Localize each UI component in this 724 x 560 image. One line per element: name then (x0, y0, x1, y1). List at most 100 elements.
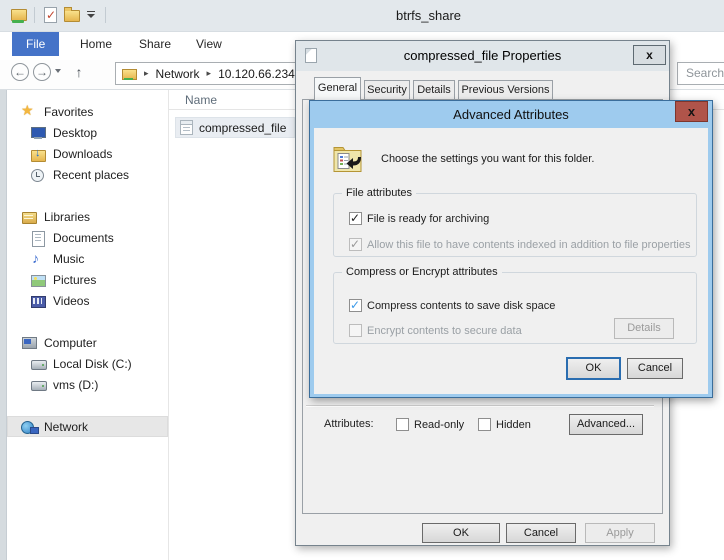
compress-encrypt-group: Compress or Encrypt attributes Compress … (333, 272, 697, 344)
sidebar-label: Downloads (53, 147, 112, 161)
sidebar-item-music[interactable]: Music (7, 248, 168, 269)
explorer-window: btrfs_share File Home Share View ← → ↑ ▸… (0, 0, 724, 560)
checkbox-box (349, 324, 362, 337)
history-dropdown-icon[interactable] (55, 69, 61, 73)
sidebar-item-vms-d[interactable]: vms (D:) (7, 374, 168, 395)
sidebar-item-downloads[interactable]: Downloads (7, 143, 168, 164)
cancel-button[interactable]: Cancel (506, 523, 576, 543)
up-icon[interactable]: ↑ (70, 62, 88, 82)
breadcrumb-separator: ▸ (207, 68, 212, 79)
network-icon (21, 419, 38, 435)
compress-checkbox[interactable]: Compress contents to save disk space (349, 299, 555, 312)
sidebar-label: Desktop (53, 126, 97, 140)
desktop-icon (30, 125, 47, 141)
tab-general[interactable]: General (314, 77, 361, 100)
checkbox-box[interactable] (349, 212, 362, 225)
sidebar-label: Recent places (53, 168, 129, 182)
checkbox-label: Allow this file to have contents indexed… (367, 239, 690, 251)
sidebar-label: Videos (53, 294, 89, 308)
apply-button[interactable]: Apply (585, 523, 655, 543)
tab-share[interactable]: Share (125, 32, 185, 56)
checkbox-box[interactable] (478, 418, 491, 431)
picture-icon (30, 272, 47, 288)
toolbar-separator (105, 7, 106, 23)
sidebar-item-videos[interactable]: Videos (7, 290, 168, 311)
folder-settings-icon (333, 144, 363, 176)
sidebar-label: Computer (44, 336, 97, 350)
readonly-checkbox[interactable]: Read-only (396, 418, 464, 431)
window-edge (0, 90, 7, 560)
breadcrumb-host[interactable]: 10.120.66.234 (218, 67, 295, 81)
sidebar-item-recent-places[interactable]: Recent places (7, 164, 168, 185)
star-icon (21, 104, 38, 120)
sidebar-label: Music (53, 252, 84, 266)
close-icon[interactable]: x (675, 101, 708, 122)
window-title: btrfs_share (396, 8, 461, 23)
close-icon[interactable]: x (633, 45, 666, 65)
sidebar-item-computer[interactable]: Computer (7, 332, 168, 353)
disk-drive-icon (30, 377, 47, 393)
sidebar-label: Network (44, 420, 88, 434)
folder-icon[interactable] (63, 6, 81, 24)
tab-home[interactable]: Home (66, 32, 126, 56)
breadcrumb-network[interactable]: Network (156, 67, 200, 81)
sidebar-item-documents[interactable]: Documents (7, 227, 168, 248)
sidebar-label: Documents (53, 231, 114, 245)
file-icon (180, 120, 193, 135)
ok-button[interactable]: OK (567, 358, 620, 379)
file-item-compressed-file[interactable]: compressed_file (175, 117, 295, 138)
file-name: compressed_file (199, 121, 286, 135)
sidebar-label: Libraries (44, 210, 90, 224)
music-note-icon (30, 251, 47, 267)
sidebar-label: Pictures (53, 273, 96, 287)
attributes-label: Attributes: (324, 418, 374, 430)
sidebar-item-desktop[interactable]: Desktop (7, 122, 168, 143)
tab-file[interactable]: File (12, 32, 59, 56)
document-icon (30, 230, 47, 246)
sidebar-item-libraries[interactable]: Libraries (7, 206, 168, 227)
tab-previous-versions[interactable]: Previous Versions (458, 80, 553, 100)
film-icon (30, 293, 47, 309)
cancel-button[interactable]: Cancel (627, 358, 683, 379)
back-icon[interactable]: ← (11, 63, 29, 81)
network-share-icon[interactable] (10, 6, 28, 24)
tab-details[interactable]: Details (413, 80, 455, 100)
sidebar-item-local-disk-c[interactable]: Local Disk (C:) (7, 353, 168, 374)
tab-security[interactable]: Security (364, 80, 410, 100)
encrypt-checkbox: Encrypt contents to secure data (349, 324, 522, 337)
checkbox-box[interactable] (396, 418, 409, 431)
checkbox-box[interactable] (349, 299, 362, 312)
hidden-checkbox[interactable]: Hidden (478, 418, 531, 431)
sidebar-label: Local Disk (C:) (53, 357, 132, 371)
advanced-attributes-dialog: Advanced Attributes x Choose the setting… (309, 100, 713, 398)
location-folder-icon (122, 68, 137, 80)
index-contents-checkbox: Allow this file to have contents indexed… (349, 238, 690, 251)
file-attributes-group: File attributes File is ready for archiv… (333, 193, 697, 257)
checkbox-label: Hidden (496, 419, 531, 431)
checkbox-box (349, 238, 362, 251)
sidebar-item-favorites[interactable]: Favorites (7, 101, 168, 122)
tab-view[interactable]: View (182, 32, 236, 56)
breadcrumb-separator: ▸ (144, 68, 149, 79)
properties-dialog-titlebar: compressed_file Properties x (296, 41, 669, 71)
checkbox-label: Encrypt contents to secure data (367, 325, 522, 337)
group-label: Compress or Encrypt attributes (342, 266, 502, 278)
advanced-button[interactable]: Advanced... (569, 414, 643, 435)
properties-dialog-title: compressed_file Properties (296, 48, 669, 63)
ok-button[interactable]: OK (422, 523, 500, 543)
forward-icon[interactable]: → (33, 63, 51, 81)
archive-checkbox[interactable]: File is ready for archiving (349, 212, 489, 225)
checkbox-label: Read-only (414, 419, 464, 431)
advanced-dialog-body: Choose the settings you want for this fo… (314, 128, 708, 394)
sidebar-item-network[interactable]: Network (7, 416, 168, 437)
customize-dropdown-icon[interactable] (85, 7, 99, 23)
sidebar-label: Favorites (44, 105, 93, 119)
details-button[interactable]: Details (614, 318, 674, 339)
section-divider (306, 405, 654, 407)
sidebar-item-pictures[interactable]: Pictures (7, 269, 168, 290)
properties-icon[interactable] (41, 6, 59, 24)
checkbox-label: File is ready for archiving (367, 213, 489, 225)
advanced-dialog-description: Choose the settings you want for this fo… (381, 153, 594, 165)
search-input[interactable]: Search (677, 62, 724, 85)
quick-access-toolbar (10, 6, 108, 24)
